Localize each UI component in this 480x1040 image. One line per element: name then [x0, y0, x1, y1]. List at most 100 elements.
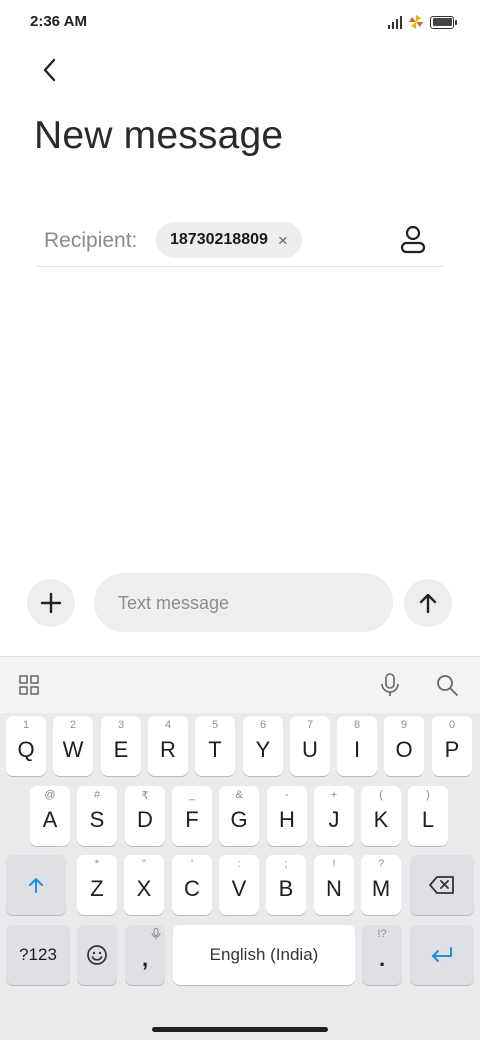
key-hint: # [93, 789, 101, 801]
key-c[interactable]: ' C [172, 855, 212, 915]
key-label: B [278, 876, 294, 901]
key-label: H [279, 807, 295, 832]
key-hint: ) [426, 789, 430, 801]
status-icons [388, 12, 457, 32]
key-o[interactable]: 9O [384, 716, 424, 776]
key-hint: 9 [400, 719, 408, 731]
key-s[interactable]: # S [77, 786, 117, 846]
key-hint: ! [332, 858, 336, 870]
key-hint: 4 [164, 719, 172, 731]
key-d[interactable]: ₹ D [125, 786, 165, 846]
key-z[interactable]: * Z [77, 855, 117, 915]
key-hint: - [285, 789, 289, 801]
key-x[interactable]: " X [124, 855, 164, 915]
space-key[interactable]: English (India) [173, 925, 355, 985]
keyboard-toolbar [0, 656, 480, 713]
period-key[interactable]: !?. [362, 925, 402, 985]
key-n[interactable]: ! N [314, 855, 354, 915]
message-placeholder: Text message [118, 593, 230, 613]
recipient-chip[interactable]: 18730218809 × [156, 222, 302, 258]
key-hint: 3 [117, 719, 125, 731]
key-e[interactable]: 3E [101, 716, 141, 776]
microphone-icon[interactable] [380, 673, 400, 697]
emoji-icon [87, 945, 107, 965]
emoji-key[interactable] [77, 925, 117, 985]
key-hint: 5 [211, 719, 219, 731]
key-hint: 0 [448, 719, 456, 731]
key-label: Y [255, 737, 271, 762]
back-arrow-icon[interactable] [36, 56, 64, 84]
key-hint: 8 [353, 719, 361, 731]
key-w[interactable]: 2W [53, 716, 93, 776]
remove-recipient-icon[interactable]: × [278, 232, 288, 249]
key-label: Z [90, 876, 104, 901]
key-hint: + [330, 789, 338, 801]
recipient-chip-number: 18730218809 [170, 231, 268, 248]
key-label: J [328, 807, 340, 832]
key-hint: * [94, 858, 100, 870]
home-indicator[interactable] [152, 1027, 328, 1032]
enter-key[interactable] [410, 925, 474, 985]
plus-icon [40, 592, 62, 614]
key-f[interactable]: _ F [172, 786, 212, 846]
battery-icon [430, 15, 457, 29]
key-label: W [62, 737, 84, 762]
key-label: P [444, 737, 460, 762]
key-l[interactable]: ) L [408, 786, 448, 846]
key-h[interactable]: -H [267, 786, 307, 846]
mic-hint-icon [151, 928, 161, 940]
search-icon[interactable] [435, 673, 459, 697]
apps-grid-icon[interactable] [19, 675, 39, 695]
key-label: E [113, 737, 129, 762]
space-label: English (India) [209, 945, 319, 964]
key-hint: !? [377, 928, 387, 940]
key-label: V [231, 876, 247, 901]
key-u[interactable]: 7U [290, 716, 330, 776]
key-hint: ? [377, 858, 385, 870]
key-hint: ; [284, 858, 288, 870]
key-hint: _ [188, 789, 196, 801]
key-i[interactable]: 8I [337, 716, 377, 776]
key-label: M [371, 876, 391, 901]
key-label: U [302, 737, 318, 762]
key-b[interactable]: ; B [266, 855, 306, 915]
backspace-icon [429, 876, 454, 894]
key-t[interactable]: 5T [195, 716, 235, 776]
shift-key[interactable] [6, 855, 66, 915]
key-hint: " [142, 858, 146, 870]
key-label: N [326, 876, 342, 901]
backspace-key[interactable] [410, 855, 474, 915]
key-hint: 6 [259, 719, 267, 731]
arrow-up-icon [419, 593, 437, 614]
key-r[interactable]: 4R [148, 716, 188, 776]
comma-label: , [141, 946, 149, 971]
key-q[interactable]: 1Q [6, 716, 46, 776]
key-j[interactable]: + J [314, 786, 354, 846]
key-label: Q [17, 737, 35, 762]
signal-icon [388, 15, 402, 29]
shift-arrow-icon [29, 878, 43, 893]
symbols-key[interactable]: ?123 [6, 925, 70, 985]
key-hint: ' [190, 858, 194, 870]
key-label: D [137, 807, 153, 832]
message-input[interactable]: Text message [94, 573, 393, 632]
key-label: I [353, 737, 361, 762]
enter-icon [432, 947, 452, 962]
key-label: L [421, 807, 435, 832]
status-time: 2:36 AM [30, 13, 87, 30]
key-a[interactable]: @ A [30, 786, 70, 846]
key-label: K [373, 807, 389, 832]
key-k[interactable]: (K [361, 786, 401, 846]
contact-picker-icon[interactable] [398, 224, 428, 254]
key-hint: 2 [69, 719, 77, 731]
key-hint: & [235, 789, 243, 801]
send-button[interactable] [404, 579, 452, 627]
key-y[interactable]: 6Y [243, 716, 283, 776]
comma-key[interactable]: , [125, 925, 165, 985]
add-attachment-button[interactable] [27, 579, 75, 627]
key-p[interactable]: 0P [432, 716, 472, 776]
key-hint: 7 [306, 719, 314, 731]
key-g[interactable]: & G [219, 786, 259, 846]
key-v[interactable]: :V [219, 855, 259, 915]
key-m[interactable]: ? M [361, 855, 401, 915]
